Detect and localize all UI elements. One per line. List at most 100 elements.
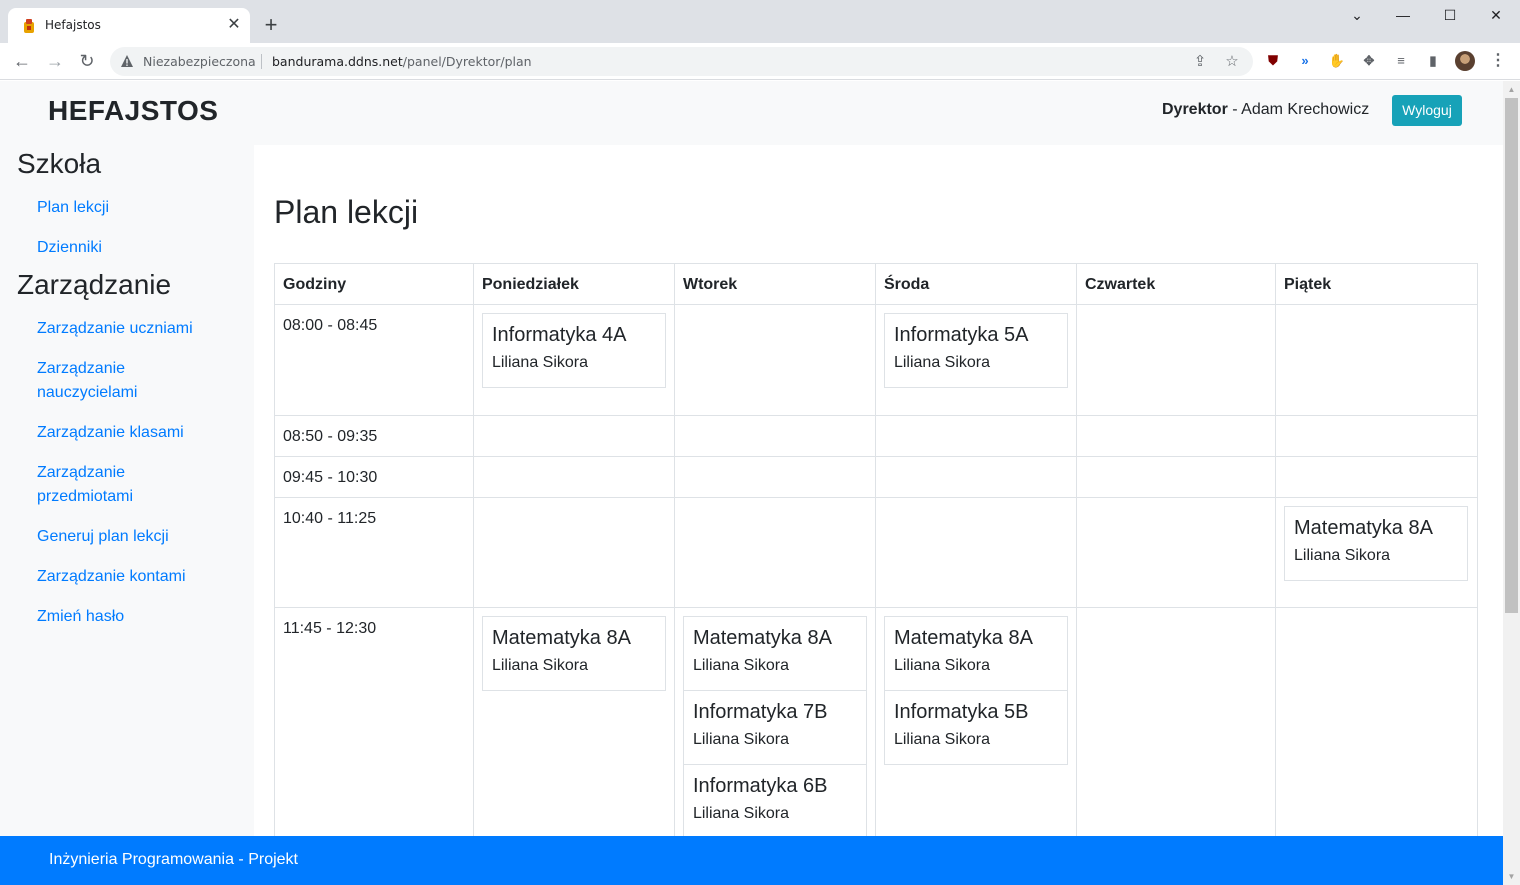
column-header: Godziny bbox=[274, 263, 474, 305]
scroll-up-arrow-icon[interactable]: ▲ bbox=[1503, 81, 1520, 98]
schedule-header-row: Godziny Poniedziałek Wtorek Środa Czwartek Pi… bbox=[274, 263, 1478, 305]
audio-extension-icon[interactable]: » bbox=[1295, 51, 1315, 71]
lesson-card[interactable]: Matematyka 8A Liliana Sikora bbox=[1284, 506, 1468, 581]
lesson-card[interactable]: Informatyka 4A Liliana Sikora bbox=[481, 313, 666, 388]
maximize-button[interactable]: ☐ bbox=[1427, 4, 1473, 26]
profile-avatar[interactable] bbox=[1455, 51, 1475, 71]
lesson-subject: Informatyka 5B bbox=[893, 701, 1029, 723]
ublock-extension-icon[interactable]: ⛊ bbox=[1263, 51, 1283, 71]
reload-icon[interactable]: ↻ bbox=[75, 49, 99, 73]
lesson-card[interactable]: Informatyka 5A Liliana Sikora bbox=[883, 313, 1068, 388]
lesson-card[interactable]: Informatyka 5B Liliana Sikora bbox=[883, 691, 1068, 765]
back-arrow-icon[interactable]: ← bbox=[10, 49, 34, 73]
forward-arrow-icon[interactable]: → bbox=[43, 49, 67, 73]
sidebar-item-accounts[interactable]: Zarządzanie kontami bbox=[37, 565, 186, 589]
lesson-card[interactable]: Matematyka 8A Liliana Sikora bbox=[481, 616, 666, 691]
schedule-cell bbox=[1075, 415, 1277, 457]
sidebar-item-teachers[interactable]: Zarządzanie nauczycielami bbox=[37, 357, 187, 405]
logout-button[interactable]: Wyloguj bbox=[1392, 95, 1462, 126]
lesson-subject: Matematyka 8A bbox=[491, 627, 631, 649]
schedule-cell: Matematyka 8A Liliana Sikora bbox=[472, 607, 675, 848]
schedule-row: 09:45 - 10:30 bbox=[274, 456, 1478, 498]
lesson-subject: Matematyka 8A bbox=[1294, 517, 1433, 539]
schedule-cell bbox=[673, 304, 876, 416]
schedule-cell bbox=[1075, 456, 1277, 498]
schedule-row: 11:45 - 12:30 Matematyka 8A Liliana Sikora… bbox=[274, 607, 1478, 848]
schedule-cell bbox=[673, 415, 876, 457]
lesson-card[interactable]: Matematyka 8A Liliana Sikora bbox=[682, 616, 867, 691]
browser-toolbar: ← → ↻ Niezabezpieczona bandurama.ddns.ne… bbox=[0, 43, 1520, 80]
lesson-subject: Matematyka 8A bbox=[893, 627, 1033, 649]
lesson-subject: Informatyka 5A bbox=[893, 324, 1029, 346]
page-viewport: HEFAJSTOS Dyrektor - Adam Krechowicz Wyl… bbox=[0, 81, 1503, 885]
scroll-down-arrow-icon[interactable]: ▼ bbox=[1503, 868, 1520, 885]
url-text[interactable]: bandurama.ddns.net/panel/Dyrektor/plan bbox=[272, 54, 532, 69]
lesson-subject: Informatyka 6B bbox=[692, 775, 828, 797]
sidebar-item-change-password[interactable]: Zmień hasło bbox=[37, 605, 124, 629]
schedule-row: 08:50 - 09:35 bbox=[274, 415, 1478, 457]
browser-tab[interactable]: Hefajstos ✕ bbox=[8, 8, 250, 43]
sidebar-item-subjects[interactable]: Zarządzanie przedmiotami bbox=[37, 461, 187, 509]
sidebar-item-plan-lekcji[interactable]: Plan lekcji bbox=[37, 196, 109, 220]
lesson-subject: Informatyka 4A bbox=[491, 324, 627, 346]
schedule-cell: Matematyka 8A Liliana Sikora bbox=[1275, 497, 1478, 608]
time-slot: 10:40 - 11:25 bbox=[274, 497, 474, 608]
side-panel-icon[interactable]: ▮ bbox=[1423, 51, 1443, 71]
schedule-cell bbox=[1075, 607, 1277, 848]
extensions-puzzle-icon[interactable]: ✥ bbox=[1359, 51, 1379, 71]
minimize-button[interactable]: — bbox=[1380, 4, 1426, 26]
close-window-button[interactable]: ✕ bbox=[1473, 4, 1519, 26]
schedule-cell: Matematyka 8A Liliana Sikora Informatyka 5… bbox=[874, 607, 1077, 848]
bookmark-star-icon[interactable]: ☆ bbox=[1222, 52, 1242, 72]
user-info: Dyrektor - Adam Krechowicz bbox=[1162, 101, 1370, 118]
scrollbar-thumb[interactable] bbox=[1505, 98, 1518, 613]
omnibox-divider bbox=[261, 54, 262, 69]
sidebar-item-classes[interactable]: Zarządzanie klasami bbox=[37, 421, 184, 445]
close-tab-icon[interactable]: ✕ bbox=[224, 15, 244, 35]
schedule-cell bbox=[472, 415, 675, 457]
sidebar-item-generate-plan[interactable]: Generuj plan lekcji bbox=[37, 525, 169, 549]
sidebar-heading-management: Zarządzanie bbox=[17, 269, 172, 300]
lesson-subject: Matematyka 8A bbox=[692, 627, 832, 649]
tab-search-icon[interactable]: ⌄ bbox=[1334, 4, 1380, 26]
media-controls-icon[interactable]: ≡ bbox=[1391, 51, 1411, 71]
lesson-teacher: Liliana Sikora bbox=[491, 657, 589, 674]
dislike-extension-icon[interactable]: ✋ bbox=[1327, 51, 1347, 71]
sidebar-heading-school: Szkoła bbox=[17, 148, 102, 179]
lesson-card[interactable]: Informatyka 6B Liliana Sikora bbox=[682, 765, 867, 839]
lesson-teacher: Liliana Sikora bbox=[692, 657, 790, 674]
page-scrollbar[interactable]: ▲ ▼ bbox=[1503, 81, 1520, 885]
more-menu-icon[interactable]: ⋮ bbox=[1488, 51, 1508, 71]
time-slot: 09:45 - 10:30 bbox=[274, 456, 474, 498]
share-icon[interactable]: ⇪ bbox=[1190, 52, 1210, 72]
main-content: Plan lekcji Godziny Poniedziałek Wtorek Śro… bbox=[254, 145, 1503, 885]
user-name: Adam Krechowicz bbox=[1241, 101, 1370, 118]
site-brand[interactable]: HEFAJSTOS bbox=[48, 95, 218, 127]
schedule-cell bbox=[874, 415, 1077, 457]
schedule-cell bbox=[1075, 304, 1277, 416]
lesson-card[interactable]: Informatyka 7B Liliana Sikora bbox=[682, 691, 867, 765]
lesson-teacher: Liliana Sikora bbox=[1294, 547, 1391, 564]
site-footer: Inżynieria Programowania - Projekt bbox=[0, 836, 1503, 885]
column-header: Czwartek bbox=[1075, 263, 1277, 305]
schedule-cell: Informatyka 4A Liliana Sikora bbox=[472, 304, 675, 416]
time-slot: 08:00 - 08:45 bbox=[274, 304, 474, 416]
lesson-subject: Informatyka 7B bbox=[692, 701, 828, 723]
schedule-cell bbox=[472, 497, 675, 608]
schedule-cell bbox=[673, 497, 876, 608]
hefajstos-favicon-icon bbox=[24, 19, 34, 33]
sidebar-item-students[interactable]: Zarządzanie uczniami bbox=[37, 317, 193, 341]
lesson-teacher: Liliana Sikora bbox=[692, 805, 790, 822]
sidebar-item-dzienniki[interactable]: Dzienniki bbox=[37, 236, 102, 260]
time-slot: 08:50 - 09:35 bbox=[274, 415, 474, 457]
time-slot: 11:45 - 12:30 bbox=[274, 607, 474, 848]
lesson-teacher: Liliana Sikora bbox=[491, 354, 589, 371]
not-secure-label[interactable]: Niezabezpieczona bbox=[143, 54, 256, 69]
browser-tab-bar: Hefajstos ✕ + ⌄ — ☐ ✕ bbox=[0, 0, 1520, 43]
address-bar[interactable]: Niezabezpieczona bandurama.ddns.net/pane… bbox=[110, 47, 1253, 76]
new-tab-button[interactable]: + bbox=[259, 13, 283, 37]
schedule-cell bbox=[1275, 607, 1478, 848]
lesson-card[interactable]: Matematyka 8A Liliana Sikora bbox=[883, 616, 1068, 691]
warning-triangle-icon[interactable] bbox=[120, 54, 134, 68]
sidebar: Szkoła Plan lekcji Dzienniki Zarządzanie… bbox=[0, 145, 254, 885]
